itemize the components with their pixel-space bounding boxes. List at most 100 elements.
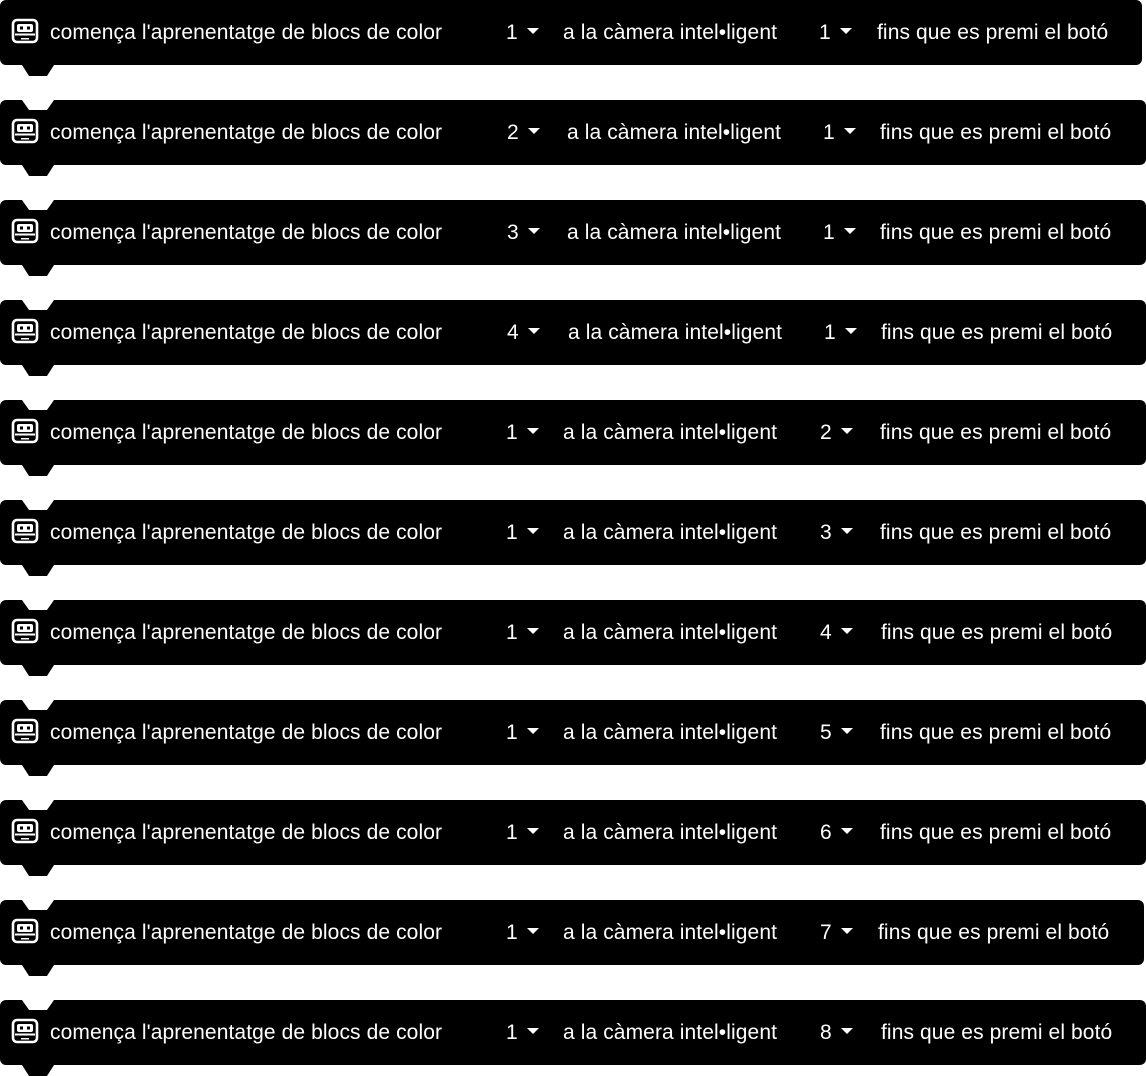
dropdown-value: 1	[506, 621, 518, 644]
color-block-dropdown[interactable]: 1	[506, 900, 539, 965]
code-block[interactable]: comença l'aprenentatge de blocs de color…	[0, 400, 1146, 465]
caret-down-icon	[840, 728, 853, 735]
color-block-dropdown[interactable]: 3	[507, 200, 540, 265]
dropdown-value: 1	[506, 1021, 518, 1044]
block-label-start: comença l'aprenentatge de blocs de color	[50, 721, 443, 744]
smart-camera-icon	[11, 718, 39, 744]
caret-down-icon	[840, 828, 853, 835]
dropdown-value: 1	[819, 21, 831, 44]
dropdown-value: 1	[506, 521, 518, 544]
block-label-mid: a la càmera intel•ligent	[563, 521, 778, 544]
dropdown-value: 1	[506, 921, 518, 944]
block-label-end: fins que es premi el botó	[880, 421, 1112, 444]
block-label-mid: a la càmera intel•ligent	[563, 821, 778, 844]
dropdown-value: 5	[820, 721, 832, 744]
smart-camera-icon	[11, 918, 39, 944]
color-block-dropdown[interactable]: 1	[506, 1000, 539, 1065]
camera-dropdown[interactable]: 6	[820, 800, 853, 865]
caret-down-icon	[844, 328, 857, 335]
block-label-end: fins que es premi el botó	[880, 821, 1112, 844]
dropdown-value: 2	[820, 421, 832, 444]
block-label-mid: a la càmera intel•ligent	[567, 221, 782, 244]
caret-down-icon	[526, 928, 539, 935]
dropdown-value: 3	[820, 521, 832, 544]
color-block-dropdown[interactable]: 2	[507, 100, 540, 165]
code-block[interactable]: comença l'aprenentatge de blocs de color…	[0, 600, 1146, 665]
code-block[interactable]: comença l'aprenentatge de blocs de color…	[0, 1000, 1146, 1065]
dropdown-value: 1	[506, 821, 518, 844]
code-block[interactable]: comença l'aprenentatge de blocs de color…	[0, 800, 1146, 865]
code-block[interactable]: comença l'aprenentatge de blocs de color…	[0, 0, 1142, 65]
block-label-mid: a la càmera intel•ligent	[568, 321, 783, 344]
dropdown-value: 1	[823, 221, 835, 244]
smart-camera-icon	[11, 218, 39, 244]
code-block[interactable]: comença l'aprenentatge de blocs de color…	[0, 700, 1146, 765]
caret-down-icon	[526, 28, 539, 35]
camera-dropdown[interactable]: 1	[819, 0, 852, 65]
block-label-end: fins que es premi el botó	[880, 221, 1112, 244]
block-label-start: comença l'aprenentatge de blocs de color	[50, 221, 443, 244]
dropdown-value: 1	[824, 321, 836, 344]
color-block-dropdown[interactable]: 1	[506, 500, 539, 565]
dropdown-value: 7	[820, 921, 832, 944]
caret-down-icon	[526, 428, 539, 435]
caret-down-icon	[840, 928, 853, 935]
block-label-start: comença l'aprenentatge de blocs de color	[50, 821, 443, 844]
block-label-end: fins que es premi el botó	[881, 621, 1113, 644]
block-label-mid: a la càmera intel•ligent	[563, 421, 778, 444]
caret-down-icon	[527, 328, 540, 335]
block-label-end: fins que es premi el botó	[880, 721, 1112, 744]
code-block[interactable]: comença l'aprenentatge de blocs de color…	[0, 100, 1146, 165]
camera-dropdown[interactable]: 5	[820, 700, 853, 765]
dropdown-value: 4	[820, 621, 832, 644]
dropdown-value: 2	[507, 121, 519, 144]
camera-dropdown[interactable]: 1	[824, 300, 857, 365]
code-block[interactable]: comença l'aprenentatge de blocs de color…	[0, 900, 1144, 965]
dropdown-value: 8	[820, 1021, 832, 1044]
caret-down-icon	[526, 528, 539, 535]
caret-down-icon	[840, 1028, 853, 1035]
block-label-end: fins que es premi el botó	[878, 921, 1110, 944]
block-label-end: fins que es premi el botó	[881, 321, 1113, 344]
block-label-mid: a la càmera intel•ligent	[563, 1021, 778, 1044]
caret-down-icon	[839, 28, 852, 35]
color-block-dropdown[interactable]: 1	[506, 400, 539, 465]
block-label-mid: a la càmera intel•ligent	[563, 621, 778, 644]
color-block-dropdown[interactable]: 4	[507, 300, 540, 365]
block-label-end: fins que es premi el botó	[877, 21, 1109, 44]
smart-camera-icon	[11, 618, 39, 644]
code-block[interactable]: comença l'aprenentatge de blocs de color…	[0, 500, 1146, 565]
caret-down-icon	[527, 128, 540, 135]
color-block-dropdown[interactable]: 1	[506, 700, 539, 765]
camera-dropdown[interactable]: 7	[820, 900, 853, 965]
caret-down-icon	[526, 628, 539, 635]
block-label-start: comença l'aprenentatge de blocs de color	[50, 421, 443, 444]
color-block-dropdown[interactable]: 1	[506, 0, 539, 65]
code-block[interactable]: comença l'aprenentatge de blocs de color…	[0, 300, 1146, 365]
block-label-mid: a la càmera intel•ligent	[563, 721, 778, 744]
smart-camera-icon	[11, 418, 39, 444]
block-label-start: comença l'aprenentatge de blocs de color	[50, 921, 443, 944]
block-label-start: comença l'aprenentatge de blocs de color	[50, 121, 443, 144]
camera-dropdown[interactable]: 2	[820, 400, 853, 465]
smart-camera-icon	[11, 118, 39, 144]
block-label-start: comença l'aprenentatge de blocs de color	[50, 521, 443, 544]
camera-dropdown[interactable]: 8	[820, 1000, 853, 1065]
block-label-start: comença l'aprenentatge de blocs de color	[50, 21, 443, 44]
code-block[interactable]: comença l'aprenentatge de blocs de color…	[0, 200, 1146, 265]
dropdown-value: 1	[823, 121, 835, 144]
camera-dropdown[interactable]: 4	[820, 600, 853, 665]
smart-camera-icon	[11, 18, 39, 44]
smart-camera-icon	[11, 818, 39, 844]
caret-down-icon	[527, 228, 540, 235]
camera-dropdown[interactable]: 3	[820, 500, 853, 565]
camera-dropdown[interactable]: 1	[823, 200, 856, 265]
color-block-dropdown[interactable]: 1	[506, 600, 539, 665]
smart-camera-icon	[11, 318, 39, 344]
dropdown-value: 1	[506, 721, 518, 744]
block-label-start: comença l'aprenentatge de blocs de color	[50, 621, 443, 644]
block-label-mid: a la càmera intel•ligent	[563, 21, 778, 44]
camera-dropdown[interactable]: 1	[823, 100, 856, 165]
color-block-dropdown[interactable]: 1	[506, 800, 539, 865]
caret-down-icon	[840, 628, 853, 635]
